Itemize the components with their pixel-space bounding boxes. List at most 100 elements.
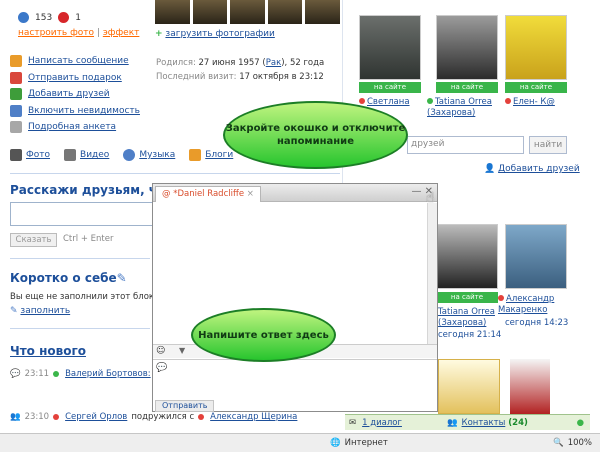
envelope-icon (10, 55, 22, 68)
edit-icon: ✎ (10, 306, 18, 316)
tab-close-icon[interactable]: × (247, 189, 254, 199)
photo-thumb[interactable] (305, 0, 340, 24)
media-blogs[interactable]: Блоги (189, 149, 233, 161)
add-user-icon: 👤 (484, 164, 496, 174)
photo-links: настроить фото | эффект (18, 28, 140, 38)
send-button[interactable]: Отправить (155, 400, 215, 412)
photo-thumb[interactable] (192, 0, 228, 24)
zoom-level[interactable]: 100% (568, 438, 592, 448)
minus-icon (58, 12, 70, 23)
friend-name[interactable]: Tatiana Orrea (Захарова) (427, 97, 502, 119)
profile-info: Родился: 27 июня 1957 (Рак), 52 года Пос… (156, 58, 325, 82)
about-empty: Вы еще не заполнили этот блок. (10, 292, 157, 302)
comment-icon: 💬 (10, 369, 21, 379)
news-title[interactable]: Что нового (10, 344, 86, 358)
divider (10, 258, 150, 259)
contacts-link[interactable]: Контакты (462, 418, 506, 428)
zone-text: Интернет (344, 438, 388, 448)
online-dot (53, 371, 60, 377)
news-item: 💬 23:11 Валерий Бортовов: (10, 369, 151, 379)
gift-image[interactable] (438, 359, 500, 414)
divider (10, 328, 150, 329)
share-input[interactable] (10, 202, 155, 226)
media-video[interactable]: Видео (64, 149, 109, 161)
blog-icon (189, 149, 202, 161)
music-icon (123, 149, 136, 161)
profile-actions: Написать сообщение Отправить подарок Доб… (10, 53, 140, 136)
onsite-badge: на сайте (436, 292, 498, 303)
onsite-badge: на сайте (359, 82, 421, 93)
smiley-icon[interactable]: ☺ (156, 346, 165, 356)
friend-name[interactable]: Светлана (359, 97, 429, 108)
chat-tabbar: @ *Daniel Radcliffe × — ✕ (153, 184, 437, 202)
envelope-icon: ✉ (349, 417, 357, 428)
friend-photo[interactable] (436, 15, 498, 80)
rating-icon (18, 12, 29, 23)
offline-dot (53, 414, 60, 420)
action-write-message[interactable]: Написать сообщение (10, 53, 140, 70)
upload-photos[interactable]: + загрузить фотографии (155, 29, 275, 39)
media-photo[interactable]: Фото (10, 149, 50, 161)
video-icon (64, 149, 77, 161)
hand-cursor-icon: ☝ (426, 190, 435, 206)
share-title: Расскажи друзьям, что (10, 183, 173, 197)
globe-icon: 🌐 (330, 438, 341, 448)
action-invisible[interactable]: Включить невидимость (10, 103, 140, 120)
photo-thumb[interactable] (267, 0, 303, 24)
friend-photo[interactable] (505, 15, 567, 80)
friend-time: сегодня 14:23 (505, 318, 569, 328)
camera-icon (10, 149, 22, 161)
photo-thumb[interactable] (230, 0, 265, 24)
contacts-icon: 👥 (446, 417, 458, 428)
set-photo-link[interactable]: настроить фото (18, 28, 94, 38)
at-icon: @ (162, 189, 171, 199)
gift-image[interactable] (510, 359, 550, 414)
effect-link[interactable]: эффект (103, 28, 140, 38)
friend-search-input[interactable]: друзей (407, 136, 524, 154)
chat-message-input[interactable]: 💬 (153, 359, 437, 399)
chat-tab[interactable]: @ *Daniel Radcliffe × (155, 186, 261, 202)
action-send-gift[interactable]: Отправить подарок (10, 70, 140, 87)
gift-icon (10, 71, 22, 84)
bubble-icon: 💬 (156, 363, 168, 373)
divider (10, 173, 340, 174)
onsite-badge: на сайте (436, 82, 498, 93)
action-profile-details[interactable]: Подробная анкета (10, 119, 140, 136)
zoom-icon: 🔍 (553, 438, 564, 448)
rating-stats: 153 1 (18, 12, 81, 23)
callout-reply: Напишите ответ здесь (191, 308, 336, 362)
zodiac-link[interactable]: Рак (266, 58, 281, 68)
say-button[interactable]: Сказать (10, 233, 57, 247)
chat-scrollbar[interactable] (427, 203, 437, 358)
chevron-down-icon[interactable]: ▼ (179, 346, 185, 355)
document-icon (10, 121, 22, 134)
media-music[interactable]: Музыка (123, 149, 175, 161)
friend-photo[interactable] (436, 224, 498, 289)
offline-dot (198, 414, 205, 420)
pencil-icon[interactable]: ✎ (117, 271, 127, 285)
callout-close: Закройте окошко и отключите напоминание (223, 101, 408, 169)
invisible-icon (10, 104, 22, 117)
rating-count: 153 (35, 12, 53, 23)
photo-strip[interactable] (155, 0, 340, 24)
find-button[interactable]: найти (529, 136, 567, 154)
friend-name[interactable]: Александр Макаренко (498, 294, 568, 316)
chat-window: @ *Daniel Radcliffe × — ✕ ☺ ▼ 💬 Отправит… (152, 183, 438, 412)
about-title: Коротко о себе✎ (10, 271, 127, 285)
photo-thumb[interactable] (155, 0, 190, 24)
add-friends-link[interactable]: 👤 Добавить друзей (484, 164, 580, 174)
fill-link[interactable]: ✎ заполнить (10, 306, 70, 316)
news-item: 👥 23:10 Сергей Орлов подружился с Алекса… (10, 412, 298, 422)
minus-count: 1 (75, 12, 81, 23)
dialogs-link[interactable]: 1 диалог (362, 418, 402, 428)
settings-icon[interactable]: ● (577, 418, 584, 428)
friend-photo[interactable] (359, 15, 421, 80)
add-user-icon (10, 88, 22, 101)
friend-name[interactable]: Елен- К@ (505, 97, 575, 108)
onsite-badge: на сайте (505, 82, 567, 93)
friend-photo[interactable] (505, 224, 567, 289)
friends-icon: 👥 (10, 412, 21, 422)
browser-statusbar: 🌐 Интернет 🔍 100% (0, 433, 600, 452)
chat-bar: ✉ 1 диалог 👥 Контакты (24) ● (345, 414, 590, 430)
action-add-friends[interactable]: Добавить друзей (10, 86, 140, 103)
